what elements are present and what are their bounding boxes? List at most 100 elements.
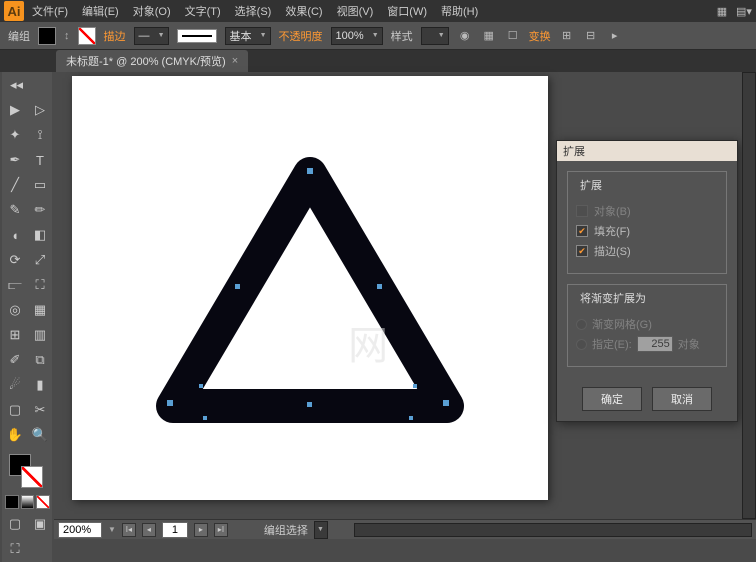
transform-xy-icon[interactable]: ⊞ (559, 28, 575, 44)
color-mode-none[interactable] (36, 495, 50, 509)
menu-window[interactable]: 窗口(W) (381, 1, 433, 21)
perspective-tool[interactable]: ▦ (28, 298, 52, 322)
pen-tool[interactable]: ✒ (3, 148, 27, 172)
status-bar: ▼ I◂ ◂ ▸ ▸I 编组选择 (54, 519, 756, 539)
menu-select[interactable]: 选择(S) (229, 1, 278, 21)
radio-mesh (576, 319, 587, 330)
free-transform-tool[interactable]: ⛶ (28, 273, 52, 297)
triangle-shape[interactable] (155, 156, 465, 436)
paintbrush-tool[interactable]: ✎ (3, 198, 27, 222)
menu-object[interactable]: 对象(O) (127, 1, 177, 21)
last-artboard-button[interactable]: ▸I (214, 523, 228, 537)
rectangle-tool[interactable]: ▭ (28, 173, 52, 197)
hand-tool[interactable]: ✋ (3, 423, 27, 447)
arrange-icon[interactable]: ▤▾ (736, 3, 752, 19)
recolor-icon[interactable]: ◉ (457, 28, 473, 44)
shape-builder-tool[interactable]: ◎ (3, 298, 27, 322)
ok-button[interactable]: 确定 (582, 387, 642, 411)
status-mode-dropdown[interactable] (314, 521, 328, 539)
magic-wand-tool[interactable]: ✦ (3, 123, 27, 147)
style-select[interactable] (421, 27, 449, 45)
symbol-sprayer-tool[interactable]: ☄ (3, 373, 27, 397)
brush-select[interactable]: 基本 (225, 27, 271, 45)
screen-mode-full[interactable]: ▣ (28, 512, 52, 536)
checkbox-stroke-label: 描边(S) (594, 243, 631, 259)
specify-unit-label: 对象 (678, 336, 700, 352)
menu-effect[interactable]: 效果(C) (279, 1, 328, 21)
prev-artboard-button[interactable]: ◂ (142, 523, 156, 537)
opacity-select[interactable]: 100% (331, 27, 383, 45)
group-label: 编组 (8, 28, 30, 44)
eyedropper-tool[interactable]: ✐ (3, 348, 27, 372)
panel-title: 扩展 (563, 143, 585, 159)
menu-file[interactable]: 文件(F) (26, 1, 74, 21)
checkbox-stroke[interactable]: ✔ (576, 245, 588, 257)
zoom-tool[interactable]: 🔍 (28, 423, 52, 447)
stroke-color[interactable] (21, 466, 43, 488)
next-artboard-button[interactable]: ▸ (194, 523, 208, 537)
cancel-button[interactable]: 取消 (652, 387, 712, 411)
scale-tool[interactable]: ⤢ (28, 248, 52, 272)
mesh-tool[interactable]: ⊞ (3, 323, 27, 347)
swap-icon[interactable]: ↕ (64, 30, 70, 42)
menu-help[interactable]: 帮助(H) (435, 1, 484, 21)
blob-brush-tool[interactable]: ◖ (3, 223, 27, 247)
fill-swatch[interactable] (38, 27, 56, 45)
artboard-tool[interactable]: ▢ (3, 398, 27, 422)
checkbox-fill[interactable]: ✔ (576, 225, 588, 237)
gradient-tool[interactable]: ▥ (28, 323, 52, 347)
stroke-label[interactable]: 描边 (104, 28, 126, 44)
close-icon[interactable]: × (232, 55, 238, 67)
lasso-tool[interactable]: ⟟ (28, 123, 52, 147)
color-mode-gradient[interactable] (21, 495, 35, 509)
stroke-weight-select[interactable]: — (134, 27, 169, 45)
horizontal-scrollbar[interactable] (354, 523, 752, 537)
width-tool[interactable]: ⫍ (3, 273, 27, 297)
color-mode-solid[interactable] (5, 495, 19, 509)
expand-section-title: 扩展 (576, 177, 606, 193)
selection-tool[interactable]: ▶ (3, 98, 27, 122)
menu-view[interactable]: 视图(V) (331, 1, 380, 21)
opacity-label[interactable]: 不透明度 (279, 28, 323, 44)
transform-label[interactable]: 变换 (529, 28, 551, 44)
transform-wh-icon[interactable]: ⊟ (583, 28, 599, 44)
type-tool[interactable]: T (28, 148, 52, 172)
direct-selection-tool[interactable]: ▷ (28, 98, 52, 122)
line-tool[interactable]: ╱ (3, 173, 27, 197)
menu-type[interactable]: 文字(T) (179, 1, 227, 21)
toolbox: ◂◂ ▶ ▷ ✦ ⟟ ✒ T ╱ ▭ ✎ ✏ ◖ ◧ ⟳ ⤢ ⫍ ⛶ ◎ ▦ ⊞… (2, 72, 52, 562)
toolbox-collapse[interactable]: ◂◂ (3, 73, 27, 97)
screen-mode-normal[interactable]: ▢ (3, 512, 27, 536)
app-icon: Ai (4, 1, 24, 21)
document-tabbar: 未标题-1* @ 200% (CMYK/预览) × (0, 50, 756, 72)
first-artboard-button[interactable]: I◂ (122, 523, 136, 537)
zoom-input[interactable] (58, 522, 102, 538)
artboard-number-input[interactable] (162, 522, 188, 538)
fill-stroke-control[interactable] (3, 452, 52, 488)
pencil-tool[interactable]: ✏ (28, 198, 52, 222)
artboard[interactable]: 网 (72, 76, 548, 500)
change-screen-mode[interactable]: ⛶ (3, 537, 27, 561)
blend-tool[interactable]: ⧉ (28, 348, 52, 372)
isolate-icon[interactable]: ☐ (505, 28, 521, 44)
document-tab[interactable]: 未标题-1* @ 200% (CMYK/预览) × (56, 50, 248, 72)
menu-edit[interactable]: 编辑(E) (76, 1, 125, 21)
panel-tabbar[interactable]: 扩展 (557, 141, 737, 161)
gradient-section-title: 将渐变扩展为 (576, 290, 650, 306)
zoom-dropdown-icon[interactable]: ▼ (108, 525, 116, 534)
align-icon[interactable]: ▦ (481, 28, 497, 44)
checkbox-object (576, 205, 588, 217)
radio-mesh-label: 渐变网格(G) (592, 316, 652, 332)
rotate-tool[interactable]: ⟳ (3, 248, 27, 272)
stroke-swatch[interactable] (78, 27, 96, 45)
specify-count-input[interactable] (637, 336, 673, 352)
eraser-tool[interactable]: ◧ (28, 223, 52, 247)
watermark-text: 网 (348, 313, 388, 371)
vertical-scrollbar[interactable] (742, 72, 756, 519)
layout-icon[interactable]: ▦ (714, 3, 730, 19)
graph-tool[interactable]: ▮ (28, 373, 52, 397)
more-icon[interactable]: ▸ (607, 28, 623, 44)
slice-tool[interactable]: ✂ (28, 398, 52, 422)
brush-preview[interactable] (177, 29, 217, 43)
radio-specify (576, 339, 587, 350)
